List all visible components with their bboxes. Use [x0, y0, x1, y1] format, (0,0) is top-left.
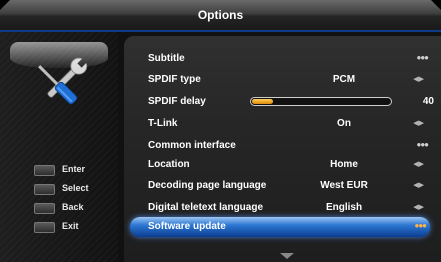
key-enter: Enter	[34, 164, 124, 176]
options-menu: Subtitle ●●● SPDIF type PCM ◀▶ SPDIF del…	[124, 36, 441, 262]
key-label: Enter	[62, 164, 86, 174]
slider-fill	[252, 99, 273, 104]
menu-item-value: PCM	[332, 74, 356, 85]
menu-item-label: Common interface	[148, 140, 236, 151]
tools-icon-tile	[10, 42, 108, 130]
left-right-arrows-icon: ◀▶	[413, 161, 424, 168]
menu-item-subtitle[interactable]: Subtitle ●●●	[148, 50, 438, 68]
key-back: Back	[34, 202, 124, 214]
menu-item-spdif-type[interactable]: SPDIF type PCM ◀▶	[148, 71, 438, 89]
chevron-down-icon[interactable]	[280, 253, 294, 259]
menu-item-label: Location	[148, 159, 190, 170]
menu-item-label: SPDIF delay	[148, 96, 206, 107]
title-bar: Options	[0, 0, 441, 32]
menu-item-value: West EUR	[320, 180, 368, 191]
menu-item-label: Subtitle	[148, 53, 185, 64]
left-right-arrows-icon: ◀▶	[413, 204, 424, 211]
arrow-key-icon	[34, 184, 55, 195]
menu-item-label: SPDIF type	[148, 74, 201, 85]
more-dots-icon: ●●●	[416, 140, 429, 149]
ok-key-icon	[34, 165, 55, 176]
menu-item-common-interface[interactable]: Common interface ●●●	[148, 137, 438, 155]
more-dots-icon: ●●●	[416, 53, 429, 62]
slider-value: 40	[422, 96, 434, 107]
menu-item-value: On	[337, 118, 351, 129]
menu-item-software-update[interactable]: Software update ●●●	[130, 217, 430, 237]
left-panel: Enter Select Back Exit	[0, 32, 118, 262]
window-title: Options	[197, 8, 244, 22]
menu-item-label: Digital teletext language	[148, 202, 264, 213]
left-right-arrows-icon: ◀▶	[413, 120, 424, 127]
menu-item-label: Decoding page language	[148, 180, 267, 191]
menu-item-value: English	[325, 202, 363, 213]
back-key-icon	[34, 203, 55, 214]
menu-item-spdif-delay[interactable]: SPDIF delay 40	[148, 93, 438, 111]
key-label: Back	[62, 202, 84, 212]
menu-item-value: Home	[330, 159, 358, 170]
menu-item-digital-teletext-language[interactable]: Digital teletext language English ◀▶	[148, 199, 438, 217]
menu-item-label: Software update	[148, 221, 226, 232]
exit-key-icon	[34, 222, 55, 233]
key-select: Select	[34, 183, 124, 195]
key-exit: Exit	[34, 221, 124, 233]
more-dots-icon: ●●●	[414, 221, 427, 230]
key-label: Exit	[62, 221, 79, 231]
gloss-highlight	[10, 42, 108, 68]
spdif-delay-slider[interactable]	[250, 97, 392, 106]
left-right-arrows-icon: ◀▶	[413, 182, 424, 189]
menu-item-t-link[interactable]: T-Link On ◀▶	[148, 115, 438, 133]
key-label: Select	[62, 183, 89, 193]
menu-item-label: T-Link	[148, 118, 178, 129]
menu-item-decoding-page-language[interactable]: Decoding page language West EUR ◀▶	[148, 177, 438, 195]
options-window: Options Enter Select Back Exit Subtitle …	[0, 0, 441, 262]
left-right-arrows-icon: ◀▶	[413, 76, 424, 83]
menu-item-location[interactable]: Location Home ◀▶	[148, 156, 438, 174]
